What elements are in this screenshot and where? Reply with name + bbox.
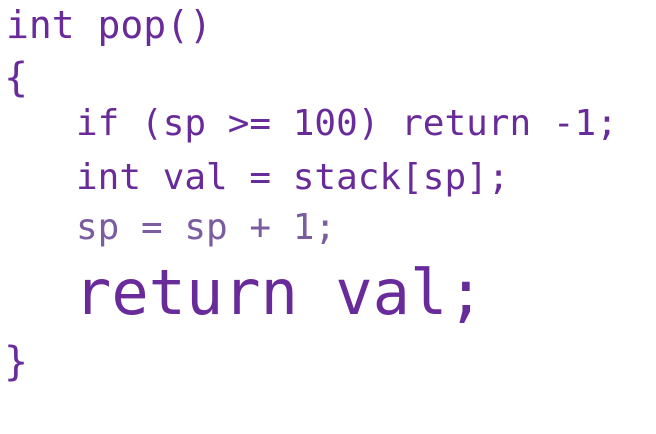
increment-sp-line: sp = sp + 1; — [76, 207, 337, 248]
function-signature-line: int pop() — [6, 3, 212, 47]
open-brace-line: { — [4, 55, 29, 101]
if-guard-line: if (sp >= 100) return -1; — [76, 103, 618, 144]
return-val-line: return val; — [74, 256, 485, 329]
code-snippet: int pop() { if (sp >= 100) return -1; in… — [0, 0, 656, 434]
assign-val-line: int val = stack[sp]; — [76, 157, 510, 198]
close-brace-line: } — [4, 339, 29, 385]
